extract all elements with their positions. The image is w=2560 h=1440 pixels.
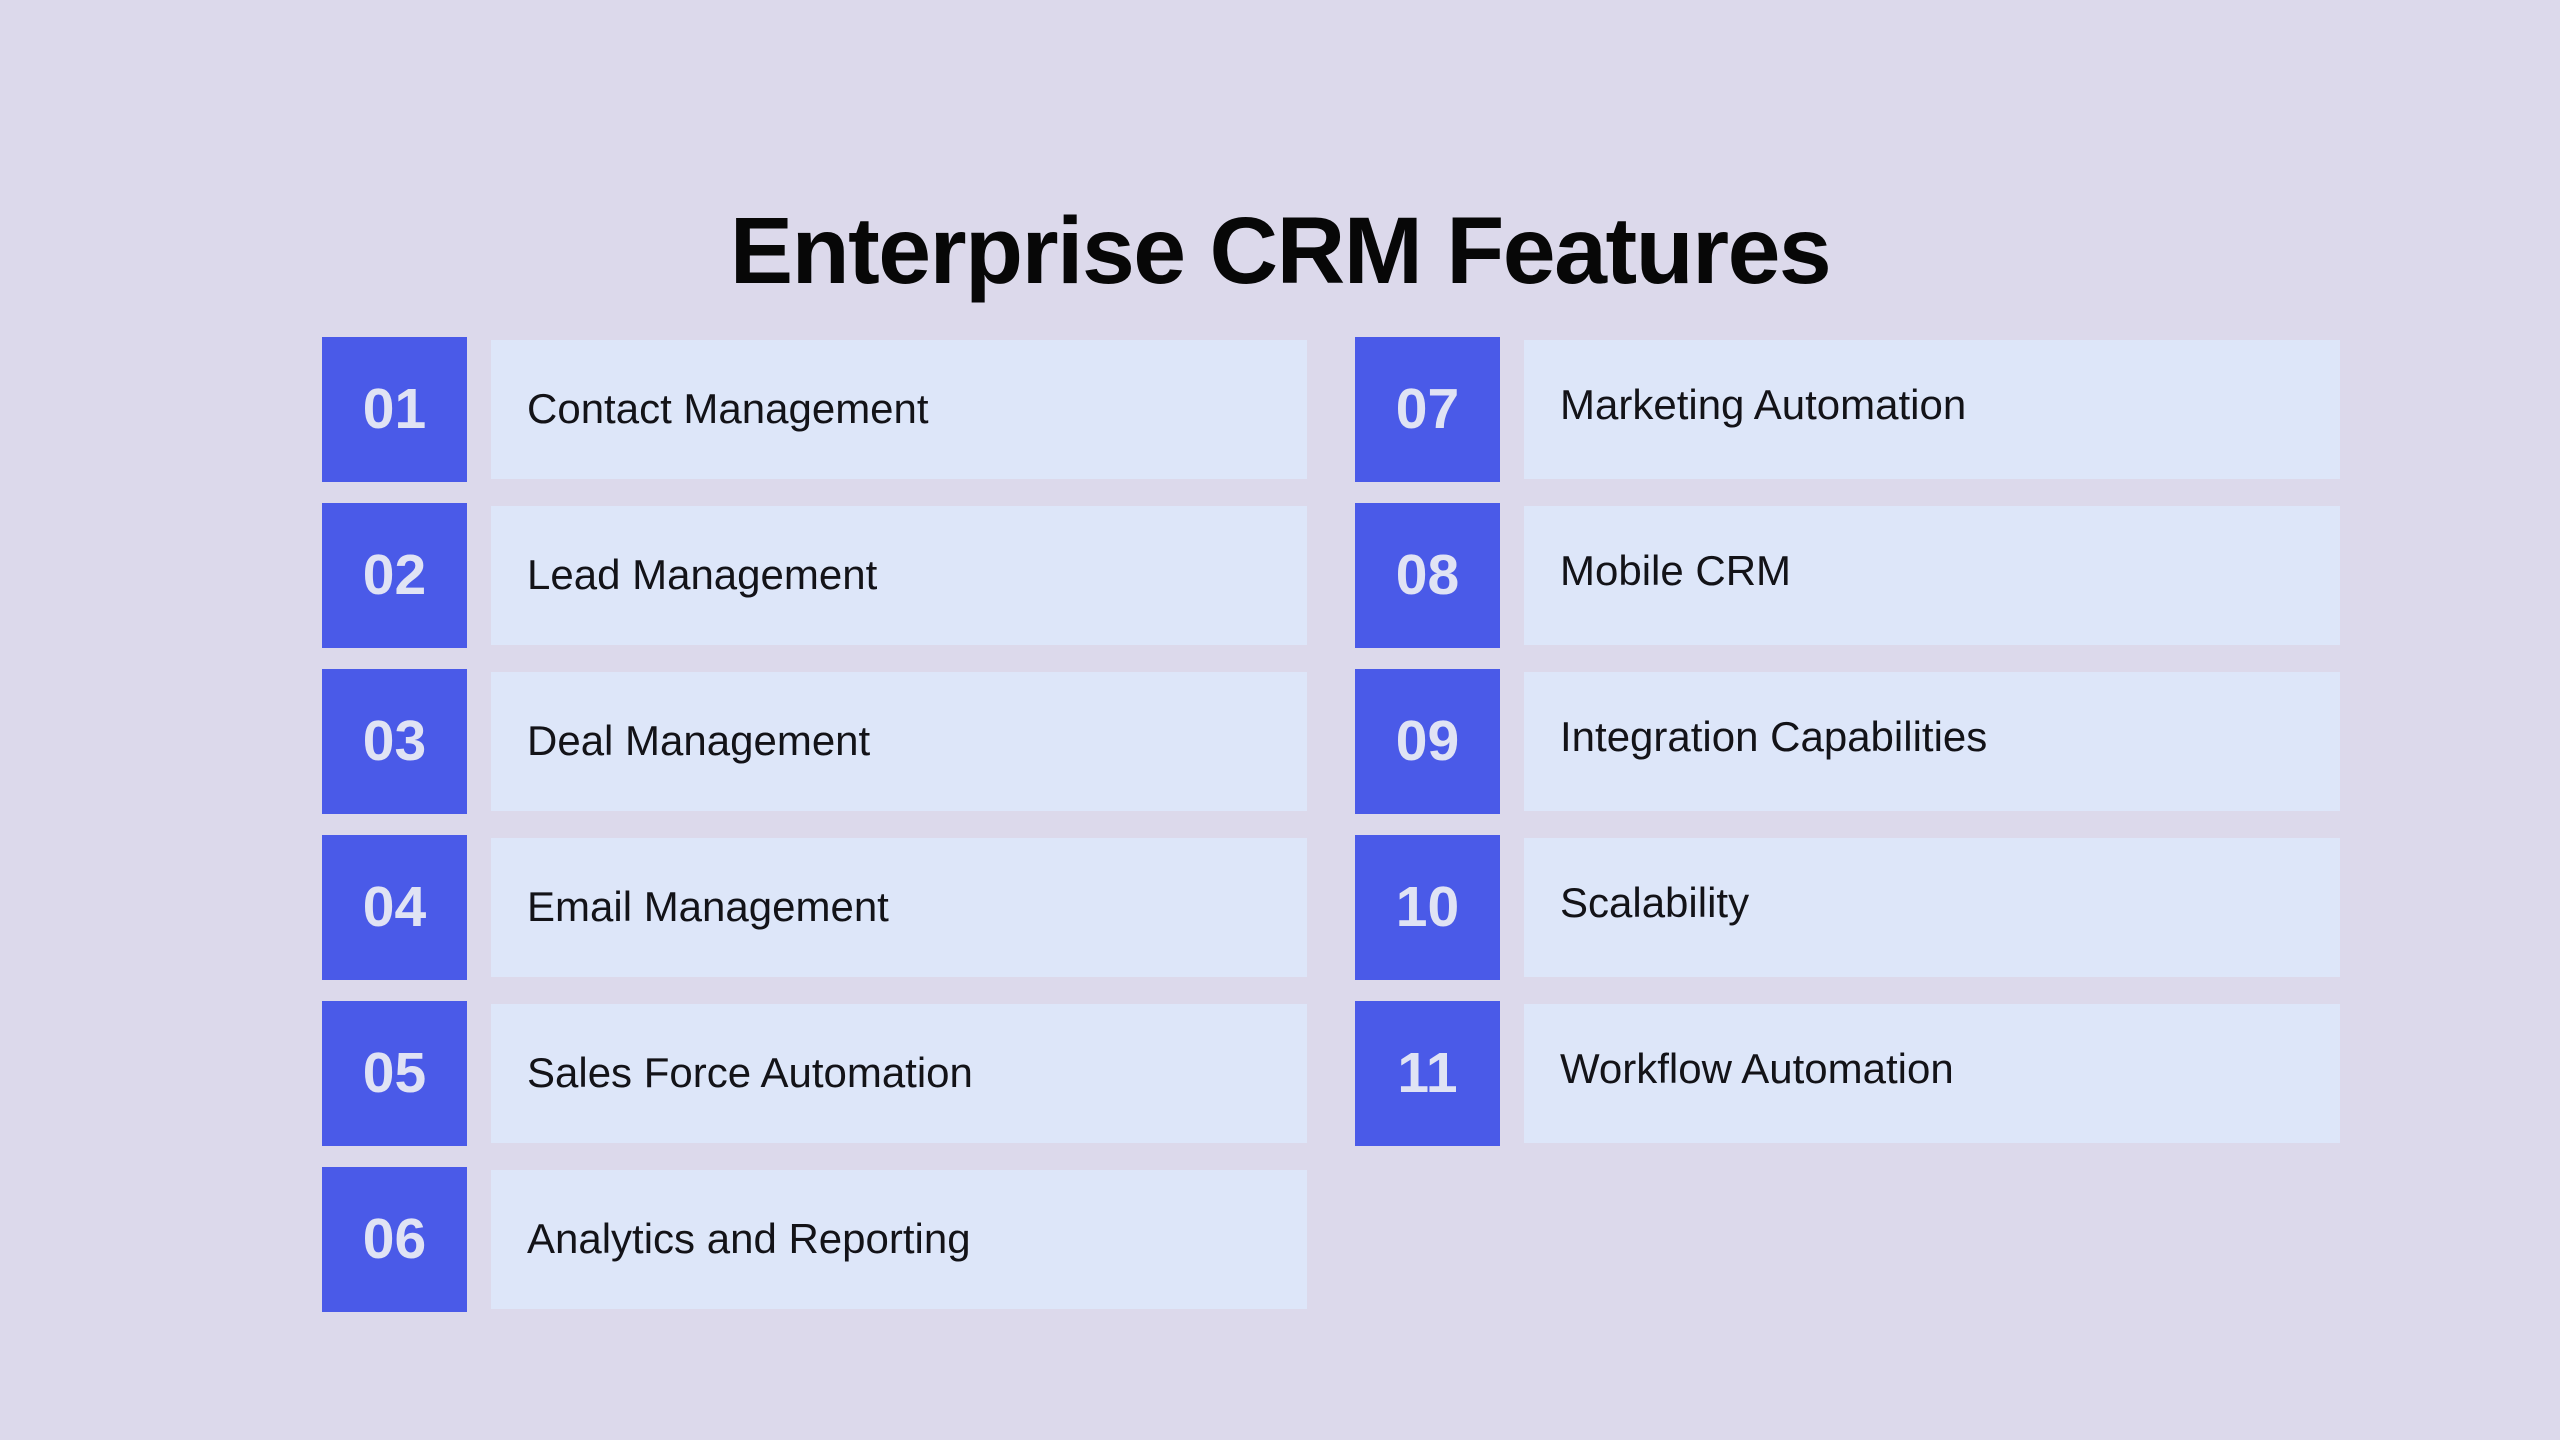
feature-number-02: 02 — [362, 543, 427, 607]
feature-label-05: Sales Force Automation — [527, 1049, 973, 1097]
feature-number-badge-10: 10 — [1355, 835, 1500, 980]
feature-row-05[interactable]: 05 Sales Force Automation — [322, 1001, 1307, 1146]
feature-row-07[interactable]: 07 Marketing Automation — [1355, 337, 2340, 482]
feature-number-badge-01: 01 — [322, 337, 467, 482]
feature-label-panel-07: Marketing Automation — [1524, 340, 2340, 479]
feature-label-03: Deal Management — [527, 717, 871, 765]
feature-label-panel-08: Mobile CRM — [1524, 506, 2340, 645]
feature-label-02: Lead Management — [527, 551, 878, 599]
feature-row-08[interactable]: 08 Mobile CRM — [1355, 503, 2340, 648]
feature-number-badge-06: 06 — [322, 1167, 467, 1312]
page-title-container: Enterprise CRM Features — [0, 140, 2560, 362]
feature-number-05: 05 — [362, 1041, 427, 1105]
feature-number-03: 03 — [362, 709, 427, 773]
feature-row-01[interactable]: 01 Contact Management — [322, 337, 1307, 482]
feature-label-06: Analytics and Reporting — [527, 1215, 971, 1263]
feature-label-08: Mobile CRM — [1560, 547, 1792, 595]
feature-number-badge-04: 04 — [322, 835, 467, 980]
feature-number-01: 01 — [362, 377, 427, 441]
page-title: Enterprise CRM Features — [729, 197, 1832, 304]
feature-label-11: Workflow Automation — [1560, 1045, 1954, 1093]
feature-number-badge-05: 05 — [322, 1001, 467, 1146]
infographic-canvas: Enterprise CRM Features 01 Contact Manag… — [0, 0, 2560, 1440]
feature-label-04: Email Management — [527, 883, 889, 931]
feature-number-11: 11 — [1397, 1041, 1458, 1105]
feature-label-panel-04: Email Management — [491, 838, 1307, 977]
feature-label-panel-11: Workflow Automation — [1524, 1004, 2340, 1143]
feature-column-right: 07 Marketing Automation 08 Mobile CRM 09… — [1355, 337, 2340, 1167]
feature-row-04[interactable]: 04 Email Management — [322, 835, 1307, 980]
feature-row-11[interactable]: 11 Workflow Automation — [1355, 1001, 2340, 1146]
feature-label-panel-06: Analytics and Reporting — [491, 1170, 1307, 1309]
feature-row-03[interactable]: 03 Deal Management — [322, 669, 1307, 814]
feature-number-06: 06 — [362, 1207, 427, 1271]
feature-label-panel-02: Lead Management — [491, 506, 1307, 645]
feature-number-10: 10 — [1395, 875, 1460, 939]
feature-row-06[interactable]: 06 Analytics and Reporting — [322, 1167, 1307, 1312]
feature-row-10[interactable]: 10 Scalability — [1355, 835, 2340, 980]
feature-label-01: Contact Management — [527, 385, 929, 433]
feature-number-badge-07: 07 — [1355, 337, 1500, 482]
feature-label-07: Marketing Automation — [1560, 381, 1967, 429]
feature-row-09[interactable]: 09 Integration Capabilities — [1355, 669, 2340, 814]
feature-number-04: 04 — [362, 875, 427, 939]
feature-number-badge-09: 09 — [1355, 669, 1500, 814]
feature-number-badge-02: 02 — [322, 503, 467, 648]
feature-label-10: Scalability — [1560, 879, 1750, 927]
feature-number-badge-03: 03 — [322, 669, 467, 814]
feature-label-09: Integration Capabilities — [1560, 713, 1988, 761]
feature-label-panel-10: Scalability — [1524, 838, 2340, 977]
feature-column-left: 01 Contact Management 02 Lead Management… — [322, 337, 1307, 1333]
feature-label-panel-09: Integration Capabilities — [1524, 672, 2340, 811]
feature-number-07: 07 — [1395, 377, 1460, 441]
feature-number-09: 09 — [1395, 709, 1460, 773]
feature-label-panel-03: Deal Management — [491, 672, 1307, 811]
feature-number-badge-08: 08 — [1355, 503, 1500, 648]
feature-row-02[interactable]: 02 Lead Management — [322, 503, 1307, 648]
feature-label-panel-01: Contact Management — [491, 340, 1307, 479]
feature-number-badge-11: 11 — [1355, 1001, 1500, 1146]
feature-label-panel-05: Sales Force Automation — [491, 1004, 1307, 1143]
feature-number-08: 08 — [1395, 543, 1460, 607]
